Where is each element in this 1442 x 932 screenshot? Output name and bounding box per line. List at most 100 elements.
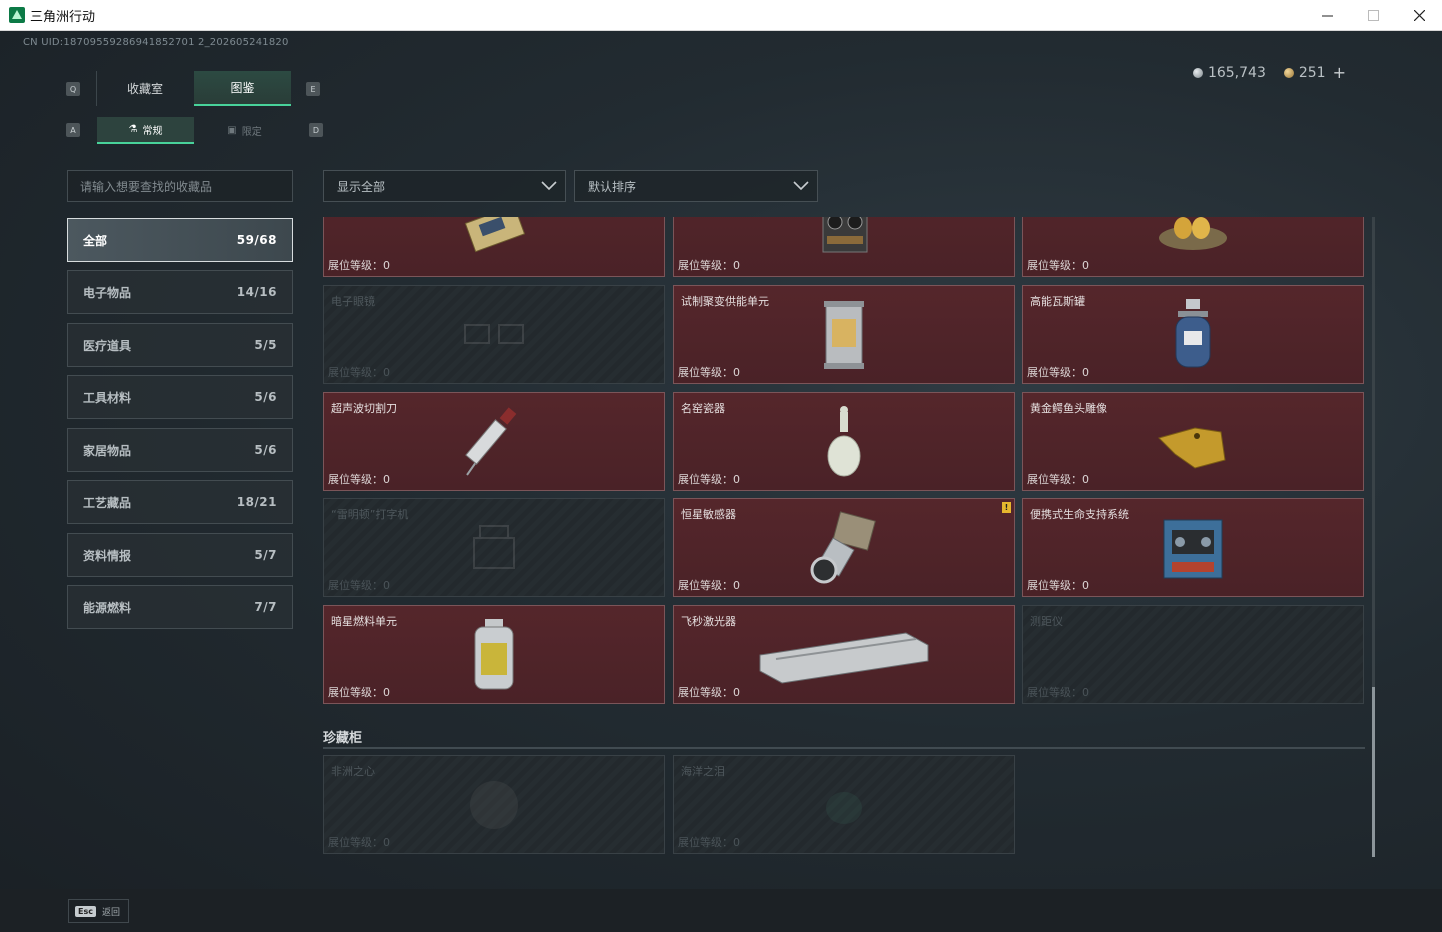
sort-dropdown[interactable]: 默认排序 [574,170,818,202]
collection-card[interactable]: 超声波切割刀 展位等级：0 [323,392,665,491]
category-tools[interactable]: 工具材料 5/6 [67,375,293,419]
item-name: 电子眼镜 [331,295,375,308]
collection-card[interactable]: 展位等级：0 [1022,217,1364,277]
category-label: 电子物品 [83,285,132,300]
gas-canister-icon [1175,298,1211,367]
item-name: 暗星燃料单元 [331,615,397,628]
item-name: 高能瓦斯罐 [1030,295,1085,308]
ticket-amount: 251 [1298,64,1326,81]
subtab-limited-label: 限定 [241,127,262,138]
item-name: 黄金鳄鱼头雕像 [1030,402,1107,415]
bottom-bar: Esc 返回 [0,889,1442,932]
item-name: 名窑瓷器 [681,402,725,415]
collection-card[interactable]: “雷明顿”打字机 展位等级：0 [323,498,665,597]
collection-card[interactable]: 黄金鳄鱼头雕像 展位等级：0 [1022,392,1364,491]
category-household[interactable]: 家居物品 5/6 [67,428,293,472]
player-uid: CN UID:18709559286941852701 2_2026052418… [23,37,289,48]
category-medical[interactable]: 医疗道具 5/5 [67,323,293,367]
collection-card[interactable]: 测距仪 展位等级：0 [1022,605,1364,704]
subtab-limited[interactable]: ▣ 限定 [196,117,293,144]
new-item-badge: ! [1002,502,1011,513]
display-level: 展位等级：0 [1027,579,1089,592]
collection-card[interactable]: 非洲之心 展位等级：0 [323,755,665,854]
ultrasonic-cutter-icon [465,406,517,476]
category-label: 能源燃料 [83,600,132,615]
category-count: 5/6 [254,443,277,457]
collection-card[interactable]: 名窑瓷器 展位等级：0 [673,392,1015,491]
category-intel[interactable]: 资料情报 5/7 [67,533,293,577]
collection-card[interactable]: 电子眼镜 展位等级：0 [323,285,665,384]
display-level: 展位等级：0 [678,836,740,849]
porcelain-vase-icon [827,405,861,476]
chevron-down-icon [541,181,557,191]
category-label: 资料情报 [83,548,132,563]
category-count: 14/16 [236,285,277,299]
scrollbar-thumb[interactable] [1372,687,1375,857]
gem-icon [470,780,518,829]
display-level: 展位等级：0 [678,366,740,379]
category-crafts[interactable]: 工艺藏品 18/21 [67,480,293,524]
tab-catalog[interactable]: 图鉴 [194,71,291,106]
item-name: 非洲之心 [331,765,375,778]
display-level: 展位等级：0 [328,259,390,272]
item-name: 测距仪 [1030,615,1063,628]
ticket-balance: 251 + [1283,63,1346,82]
collection-card[interactable]: 试制聚变供能单元 展位等级：0 [673,285,1015,384]
grid-scrollbar[interactable] [1372,217,1375,857]
category-all[interactable]: 全部 59/68 [67,218,293,262]
fuel-cell-icon [474,618,514,689]
key-hint-a: A [66,123,80,137]
display-level: 展位等级：0 [1027,366,1089,379]
item-name: “雷明顿”打字机 [331,508,409,521]
display-level: 展位等级：0 [678,579,740,592]
search-input[interactable]: 请输入想要查找的收藏品 [67,170,293,202]
category-count: 18/21 [236,495,277,509]
app-logo-icon [9,7,25,23]
collection-card[interactable]: 便携式生命支持系统 展位等级：0 [1022,498,1364,597]
circuit-board-icon [464,217,526,253]
close-button[interactable] [1396,0,1442,30]
collection-card[interactable]: 暗星燃料单元 展位等级：0 [323,605,665,704]
collection-grid: 展位等级：0 展位等级：0 展位等级：0 电子眼镜 展位等级：0 试制聚变供能单… [322,217,1368,859]
collection-card[interactable]: 飞秒激光器 展位等级：0 [673,605,1015,704]
display-level: 展位等级：0 [328,686,390,699]
display-level: 展位等级：0 [1027,473,1089,486]
subtab-regular[interactable]: ⚗ 常规 [97,117,194,144]
life-support-icon [1163,519,1223,578]
vault-section-title: 珍藏柜 [323,731,363,746]
back-button[interactable]: Esc 返回 [68,899,129,923]
maximize-button[interactable] [1350,0,1396,30]
category-label: 医疗道具 [83,338,132,353]
collection-card[interactable]: 展位等级：0 [673,217,1015,277]
display-level: 展位等级：0 [678,686,740,699]
collection-card[interactable]: 恒星敏感器 ! 展位等级：0 [673,498,1015,597]
key-hint-d: D [309,123,323,137]
window-titlebar: 三角洲行动 [0,0,1442,31]
collection-card[interactable]: 高能瓦斯罐 展位等级：0 [1022,285,1364,384]
collection-card[interactable]: 展位等级：0 [323,217,665,277]
teardrop-gem-icon [826,791,862,824]
window-title: 三角洲行动 [30,9,96,25]
chevron-down-icon [793,181,809,191]
golden-eggs-nest-icon [1159,217,1227,251]
display-level: 展位等级：0 [328,366,390,379]
key-hint-q: Q [66,82,80,96]
display-filter-dropdown[interactable]: 显示全部 [323,170,566,202]
category-electronics[interactable]: 电子物品 14/16 [67,270,293,314]
item-name: 海洋之泪 [681,765,725,778]
image-icon: ▣ [227,125,237,136]
category-energy[interactable]: 能源燃料 7/7 [67,585,293,629]
currency-bar: 165,743 251 + [1192,63,1346,82]
add-currency-button[interactable]: + [1333,63,1346,82]
reel-recorder-icon [822,217,868,253]
collection-card[interactable]: 海洋之泪 展位等级：0 [673,755,1015,854]
display-level: 展位等级：0 [328,836,390,849]
category-count: 5/6 [254,390,277,404]
coin-icon [1192,67,1203,78]
esc-key-hint: Esc [75,905,96,917]
tab-collection-room[interactable]: 收藏室 [96,71,193,106]
minimize-button[interactable] [1304,0,1350,30]
category-count: 5/5 [254,338,277,352]
coin-balance: 165,743 [1192,65,1266,81]
item-name: 试制聚变供能单元 [681,295,769,308]
